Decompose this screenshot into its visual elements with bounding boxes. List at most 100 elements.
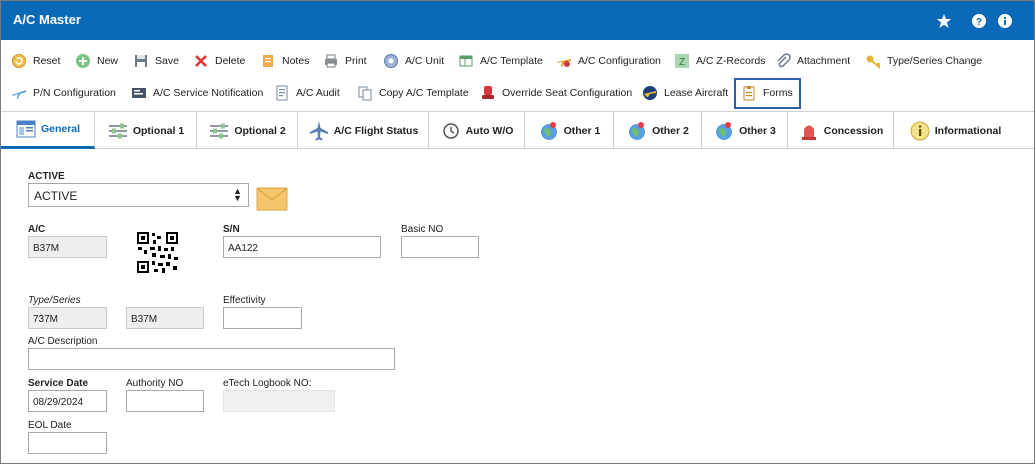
- envelope-icon[interactable]: [256, 186, 288, 212]
- tab-other-2-label: Other 2: [652, 124, 689, 137]
- tab-ac-flight-status[interactable]: A/C Flight Status: [298, 112, 429, 149]
- override-seat-configuration-button[interactable]: Override Seat Configuration: [480, 81, 632, 105]
- info-circle-icon: [910, 121, 930, 140]
- new-button[interactable]: New: [75, 49, 118, 73]
- title-bar: A/C Master ?: [1, 1, 1034, 40]
- new-icon: [76, 54, 90, 68]
- info-icon[interactable]: [997, 13, 1013, 29]
- forms-highlight-box: [734, 78, 801, 109]
- tab-optional-2[interactable]: Optional 2: [197, 112, 298, 149]
- print-label: Print: [345, 55, 367, 67]
- sliders-icon: [210, 123, 229, 138]
- tab-other-2[interactable]: Other 2: [614, 112, 702, 149]
- template-icon: [459, 55, 473, 67]
- globe-icon: [716, 121, 733, 140]
- globe-icon: [629, 121, 646, 140]
- active-label: ACTIVE: [28, 171, 65, 182]
- qr-code-icon: [136, 231, 179, 274]
- service-date-field[interactable]: 08/29/2024: [28, 390, 107, 412]
- authority-no-label: Authority NO: [126, 378, 184, 389]
- tab-optional-1[interactable]: Optional 1: [95, 112, 197, 149]
- basic-no-field[interactable]: [401, 236, 479, 258]
- ac-description-label: A/C Description: [28, 336, 98, 347]
- pn-configuration-button[interactable]: P/N Configuration: [11, 81, 116, 105]
- service-date-label: Service Date: [28, 378, 89, 389]
- ac-service-notification-label: A/C Service Notification: [153, 87, 264, 99]
- type-field[interactable]: 737M: [28, 307, 107, 329]
- authority-no-field[interactable]: [126, 390, 204, 412]
- copy-ac-template-button[interactable]: Copy A/C Template: [357, 81, 469, 105]
- reset-button[interactable]: Reset: [11, 49, 60, 73]
- globe-icon: [540, 121, 557, 140]
- effectivity-field[interactable]: [223, 307, 302, 329]
- tab-optional-2-label: Optional 2: [234, 124, 286, 137]
- attachment-label: Attachment: [797, 55, 851, 67]
- active-select[interactable]: ACTIVE ▲ ▼: [28, 183, 249, 207]
- window-title: A/C Master: [13, 12, 81, 27]
- save-label: Save: [155, 55, 179, 67]
- tab-other-1[interactable]: Other 1: [525, 112, 614, 149]
- star-icon[interactable]: [936, 13, 952, 29]
- ac-field[interactable]: B37M: [28, 236, 107, 258]
- sn-field[interactable]: AA122: [223, 236, 381, 258]
- tab-general-label: General: [40, 123, 81, 135]
- delete-label: Delete: [215, 55, 246, 67]
- notes-button[interactable]: Notes: [260, 49, 309, 73]
- save-icon: [135, 55, 147, 67]
- ac-z-records-label: A/C Z-Records: [696, 55, 766, 67]
- airplane-icon: [309, 120, 328, 140]
- basic-no-label: Basic NO: [401, 224, 444, 235]
- pn-configuration-icon: [12, 90, 26, 99]
- ac-audit-button[interactable]: A/C Audit: [274, 81, 340, 105]
- ac-service-notification-button[interactable]: A/C Service Notification: [131, 81, 263, 105]
- ac-template-button[interactable]: A/C Template: [458, 49, 543, 73]
- reset-icon: [12, 54, 26, 68]
- tab-other-1-label: Other 1: [563, 124, 601, 137]
- select-arrows-icon: ▲ ▼: [233, 186, 242, 203]
- ac-z-records-button[interactable]: Z A/C Z-Records: [674, 49, 765, 73]
- etech-logbook-field[interactable]: [223, 390, 335, 412]
- z-records-icon: Z: [675, 54, 689, 68]
- toolbar: Reset New Save Delete Notes Print A/C Un…: [1, 46, 1034, 108]
- tab-ac-flight-status-label: A/C Flight Status: [333, 124, 419, 137]
- general-icon: [16, 120, 36, 138]
- ac-configuration-button[interactable]: A/C Configuration: [556, 49, 661, 73]
- sliders-icon: [108, 123, 127, 138]
- save-button[interactable]: Save: [133, 49, 179, 73]
- ac-template-label: A/C Template: [480, 55, 543, 67]
- help-icon[interactable]: ?: [971, 13, 987, 29]
- tab-informational[interactable]: Informational: [894, 112, 1016, 149]
- tab-general[interactable]: General: [1, 112, 95, 149]
- eol-date-label: EOL Date: [28, 420, 72, 431]
- key-icon: [866, 55, 880, 69]
- series-field[interactable]: B37M: [126, 307, 204, 329]
- print-button[interactable]: Print: [323, 49, 367, 73]
- tab-auto-wo-label: Auto W/O: [465, 124, 514, 137]
- audit-icon: [276, 85, 288, 101]
- seat-icon: [482, 86, 494, 99]
- lease-aircraft-label: Lease Aircraft: [664, 87, 729, 99]
- reset-label: Reset: [33, 55, 61, 67]
- ac-audit-label: A/C Audit: [296, 87, 340, 99]
- tab-concession[interactable]: Concession: [788, 112, 894, 149]
- print-icon: [325, 54, 337, 68]
- attachment-button[interactable]: Attachment: [775, 49, 850, 73]
- delete-button[interactable]: Delete: [193, 49, 245, 73]
- auto-wo-icon: [442, 122, 459, 139]
- ac-configuration-label: A/C Configuration: [578, 55, 661, 67]
- effectivity-label: Effectivity: [223, 295, 266, 306]
- lease-aircraft-button[interactable]: Lease Aircraft: [642, 81, 728, 105]
- sn-label: S/N: [223, 224, 240, 235]
- etech-logbook-label: eTech Logbook NO:: [223, 378, 312, 389]
- eol-date-field[interactable]: [28, 432, 107, 454]
- tab-auto-wo[interactable]: Auto W/O: [429, 112, 525, 149]
- copy-icon: [358, 86, 372, 101]
- lease-icon: [643, 86, 657, 100]
- ac-description-field[interactable]: [28, 348, 395, 370]
- notes-label: Notes: [282, 55, 310, 67]
- ac-unit-button[interactable]: A/C Unit: [383, 49, 444, 73]
- tab-strip: General Optional 1 Optional 2 A/C Flight…: [1, 111, 1034, 149]
- type-series-change-button[interactable]: Type/Series Change: [865, 49, 982, 73]
- tab-other-3[interactable]: Other 3: [702, 112, 788, 149]
- active-select-value: ACTIVE: [34, 189, 78, 203]
